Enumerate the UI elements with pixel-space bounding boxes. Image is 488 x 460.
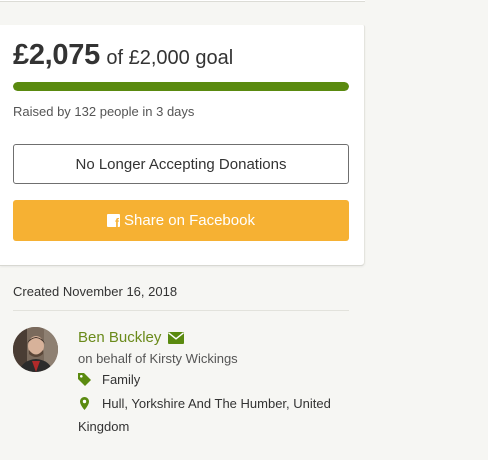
progress-bar [13, 82, 349, 91]
no-longer-accepting-button[interactable]: No Longer Accepting Donations [13, 144, 349, 184]
location-row: Hull, Yorkshire And The Humber, United K… [78, 393, 368, 437]
previous-card-edge [0, 0, 365, 2]
facebook-icon: f [107, 214, 121, 229]
amount-summary: £2,075 of £2,000 goal [13, 39, 233, 72]
donation-card: £2,075 of £2,000 goal Raised by 132 peop… [0, 25, 365, 266]
created-date: Created November 16, 2018 [13, 284, 178, 299]
category-row: Family [78, 372, 140, 389]
organizer-line: Ben Buckley [78, 329, 184, 349]
share-facebook-label: Share on Facebook [124, 212, 255, 229]
category-link[interactable]: Family [102, 372, 140, 387]
amount-raised: £2,075 [13, 39, 100, 71]
tag-icon [78, 373, 91, 389]
avatar-image [13, 327, 58, 372]
goal-text: of £2,000 goal [106, 47, 234, 69]
organizer-name-link[interactable]: Ben Buckley [78, 329, 161, 346]
on-behalf-text: on behalf of Kirsty Wickings [78, 351, 238, 366]
share-facebook-button[interactable]: f Share on Facebook [13, 200, 349, 241]
location-text: Hull, Yorkshire And The Humber, United K… [78, 396, 331, 434]
avatar[interactable] [13, 327, 58, 372]
progress-fill [13, 82, 349, 91]
raised-by-text: Raised by 132 people in 3 days [13, 104, 195, 119]
mail-icon[interactable] [167, 331, 184, 349]
map-pin-icon [80, 395, 89, 416]
divider [13, 310, 349, 311]
